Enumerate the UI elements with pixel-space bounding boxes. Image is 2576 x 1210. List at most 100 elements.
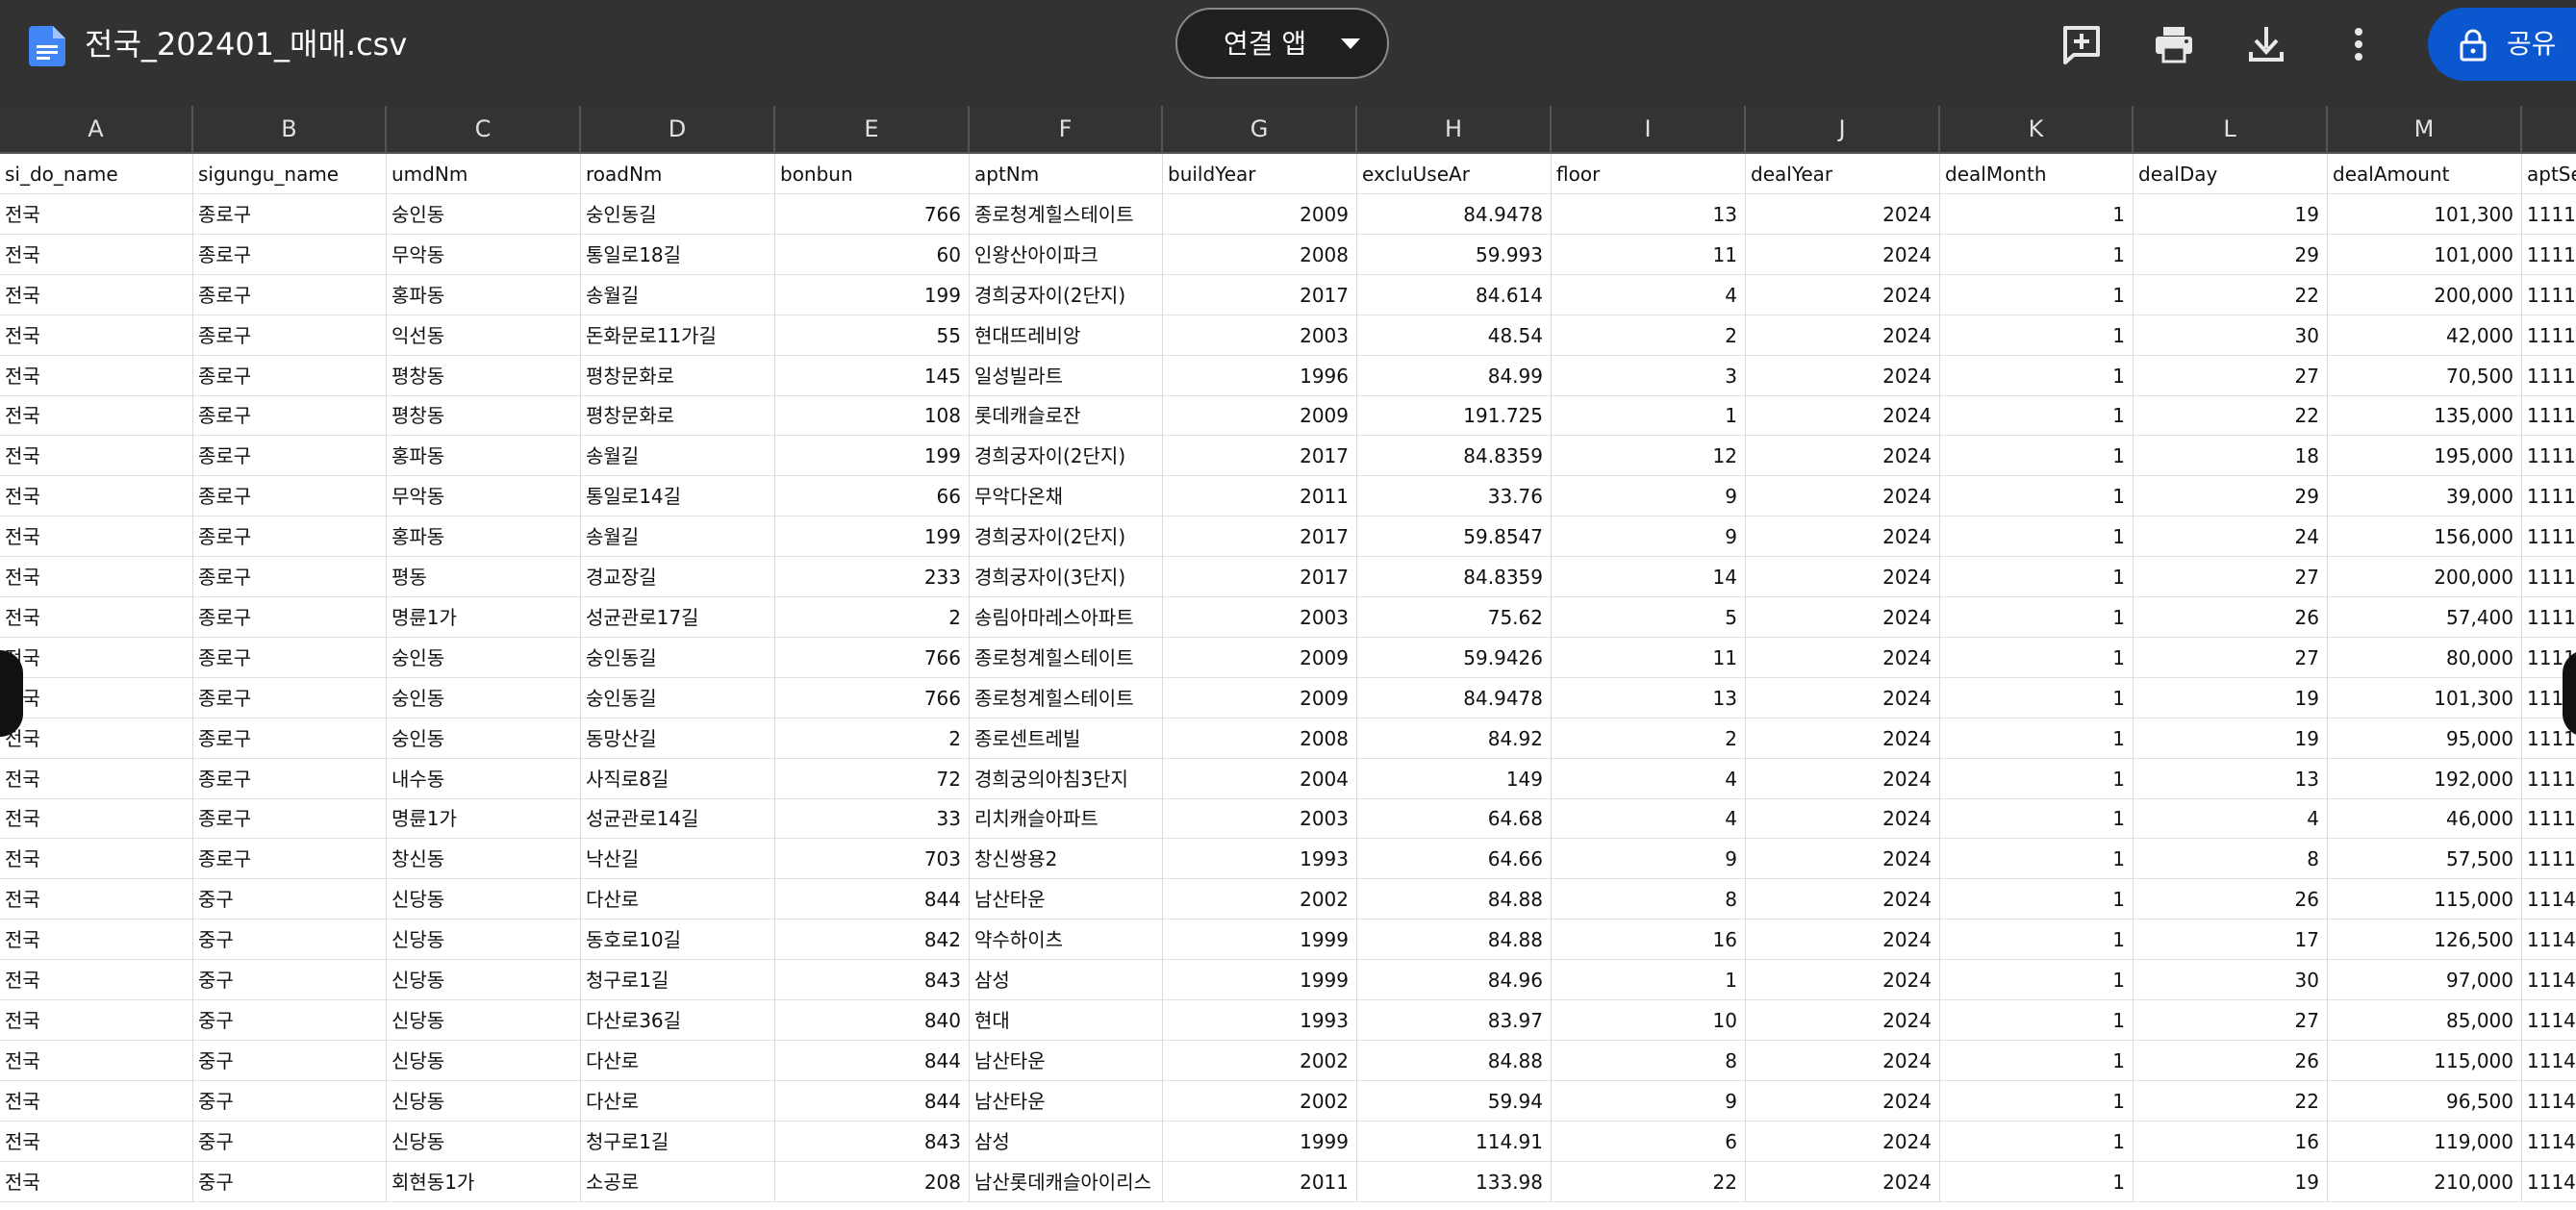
table-cell[interactable]: 1 [1552, 395, 1746, 437]
table-cell[interactable]: 2024 [1746, 1040, 1940, 1081]
table-cell[interactable]: 2024 [1746, 596, 1940, 638]
table-cell[interactable]: 1 [1940, 1121, 2134, 1162]
table-cell[interactable]: 종로구 [193, 798, 387, 840]
table-cell[interactable]: 낙산길 [581, 839, 775, 880]
table-cell[interactable]: 다산로 [581, 879, 775, 920]
table-cell[interactable]: 롯데캐슬로잔 [970, 395, 1163, 437]
table-cell[interactable]: 신당동 [387, 879, 581, 920]
table-cell[interactable]: 84.8359 [1357, 436, 1552, 477]
table-cell[interactable]: 전국 [0, 677, 193, 718]
table-cell[interactable]: 2 [1552, 315, 1746, 356]
column-header-cell[interactable]: dealMonth [1940, 154, 2134, 194]
table-cell[interactable]: 1 [1940, 758, 2134, 799]
table-cell[interactable]: 중구 [193, 879, 387, 920]
table-cell[interactable]: 843 [775, 960, 970, 1000]
table-cell[interactable]: 1 [1940, 234, 2134, 275]
column-letter[interactable]: L [2134, 106, 2328, 152]
table-cell[interactable]: 경교장길 [581, 557, 775, 597]
table-cell[interactable]: 전국 [0, 315, 193, 356]
table-cell[interactable]: 26 [2134, 879, 2328, 920]
table-cell[interactable]: 27 [2134, 999, 2328, 1041]
table-cell[interactable]: 5 [1552, 596, 1746, 638]
column-letter[interactable]: G [1163, 106, 1357, 152]
column-header-cell[interactable]: buildYear [1163, 154, 1357, 194]
table-cell[interactable]: 17 [2134, 920, 2328, 961]
table-cell[interactable]: 경희궁자이(2단지) [970, 274, 1163, 315]
table-cell[interactable]: 27 [2134, 355, 2328, 396]
download-button[interactable] [2241, 19, 2291, 69]
table-cell[interactable]: 동호로10길 [581, 920, 775, 961]
table-cell[interactable]: 1 [1940, 960, 2134, 1000]
table-cell[interactable]: 1 [1940, 798, 2134, 840]
table-cell[interactable]: 2 [775, 718, 970, 759]
table-cell[interactable]: 1996 [1163, 355, 1357, 396]
table-cell[interactable]: 9 [1552, 1080, 1746, 1122]
table-cell[interactable]: 1993 [1163, 839, 1357, 880]
table-cell[interactable]: 3 [1552, 355, 1746, 396]
table-cell[interactable]: 844 [775, 1080, 970, 1122]
column-header-cell[interactable]: roadNm [581, 154, 775, 194]
table-cell[interactable]: 2024 [1746, 960, 1940, 1000]
table-cell[interactable]: 성균관로17길 [581, 596, 775, 638]
table-cell[interactable]: 2024 [1746, 557, 1940, 597]
table-cell[interactable]: 전국 [0, 637, 193, 678]
table-cell[interactable]: 청구로1길 [581, 1121, 775, 1162]
table-cell[interactable]: 12 [1552, 436, 1746, 477]
table-cell[interactable]: 101,300 [2328, 677, 2522, 718]
table-cell[interactable]: 4 [1552, 758, 1746, 799]
table-cell[interactable]: 4 [1552, 274, 1746, 315]
more-options-button[interactable] [2334, 19, 2384, 69]
column-letter[interactable]: K [1940, 106, 2134, 152]
table-cell[interactable]: 2024 [1746, 637, 1940, 678]
table-cell[interactable]: 신당동 [387, 1080, 581, 1122]
table-cell[interactable]: 다산로 [581, 1080, 775, 1122]
table-cell[interactable]: 191.725 [1357, 395, 1552, 437]
table-cell[interactable]: 신당동 [387, 920, 581, 961]
table-cell[interactable]: 경희궁의아침3단지 [970, 758, 1163, 799]
table-cell[interactable]: 22 [2134, 1080, 2328, 1122]
table-cell[interactable]: 회현동1가 [387, 1161, 581, 1202]
share-button[interactable]: 공유 [2428, 8, 2576, 81]
table-cell[interactable]: 전국 [0, 395, 193, 437]
table-cell[interactable]: 27 [2134, 637, 2328, 678]
table-cell[interactable]: 4 [2134, 798, 2328, 840]
column-letter[interactable]: C [387, 106, 581, 152]
table-cell[interactable]: 종로구 [193, 596, 387, 638]
table-cell[interactable]: 192,000 [2328, 758, 2522, 799]
table-cell[interactable]: 1 [1940, 436, 2134, 477]
table-cell[interactable]: 2009 [1163, 395, 1357, 437]
table-cell[interactable]: 840 [775, 999, 970, 1041]
table-cell[interactable]: 84.88 [1357, 920, 1552, 961]
table-cell[interactable]: 1 [1940, 1080, 2134, 1122]
column-header-cell[interactable]: dealAmount [2328, 154, 2522, 194]
table-cell[interactable]: 소공로 [581, 1161, 775, 1202]
table-cell[interactable]: 청구로1길 [581, 960, 775, 1000]
table-cell[interactable]: 1114 [2522, 1162, 2576, 1202]
table-cell[interactable]: 전국 [0, 1121, 193, 1162]
table-cell[interactable]: 다산로 [581, 1040, 775, 1081]
table-cell[interactable]: 종로구 [193, 355, 387, 396]
table-cell[interactable]: 2024 [1746, 999, 1940, 1041]
table-cell[interactable]: 종로구 [193, 315, 387, 356]
table-cell[interactable]: 145 [775, 355, 970, 396]
table-cell[interactable]: 1999 [1163, 1121, 1357, 1162]
table-cell[interactable]: 2009 [1163, 193, 1357, 235]
column-letter[interactable]: J [1746, 106, 1940, 152]
table-cell[interactable]: 중구 [193, 1121, 387, 1162]
column-header-cell[interactable]: dealDay [2134, 154, 2328, 194]
table-cell[interactable]: 종로구 [193, 234, 387, 275]
table-cell[interactable]: 19 [2134, 193, 2328, 235]
table-cell[interactable]: 2024 [1746, 1080, 1940, 1122]
table-cell[interactable]: 전국 [0, 798, 193, 840]
table-cell[interactable]: 97,000 [2328, 960, 2522, 1000]
table-cell[interactable]: 종로청계힐스테이트 [970, 677, 1163, 718]
table-cell[interactable]: 전국 [0, 476, 193, 517]
column-letter[interactable] [2522, 106, 2576, 152]
table-cell[interactable]: 200,000 [2328, 557, 2522, 597]
table-cell[interactable]: 1 [1940, 395, 2134, 437]
table-cell[interactable]: 59.8547 [1357, 517, 1552, 558]
add-comment-button[interactable] [2057, 19, 2107, 69]
table-cell[interactable]: 전국 [0, 274, 193, 315]
scroll-left-button[interactable] [0, 650, 23, 737]
table-cell[interactable]: 홍파동 [387, 436, 581, 477]
